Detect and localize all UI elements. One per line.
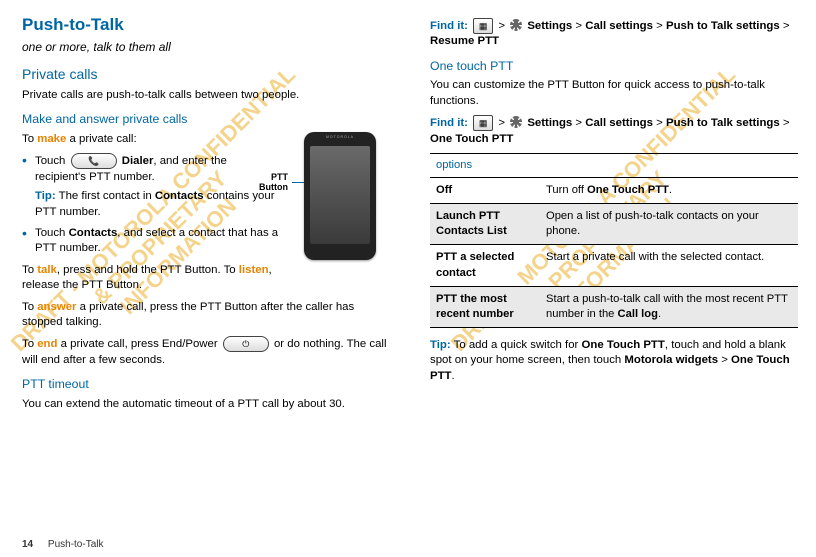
page-tagline: one or more, talk to them all [22,39,390,55]
answer-paragraph: To answer a private call, press the PTT … [22,300,390,331]
phone-brand-label: MOTOROLA [304,135,376,140]
tip-label: Tip: [35,190,56,202]
private-calls-heading: Private calls [22,65,390,84]
end-paragraph: To end a private call, press End/Power ⏻… [22,336,390,368]
make-answer-heading: Make and answer private calls [22,111,390,128]
gear-icon [510,19,522,31]
ptt-timeout-heading: PTT timeout [22,376,390,393]
options-header: options [430,153,798,177]
private-calls-text: Private calls are push-to-talk calls bet… [22,88,390,103]
tip-onetouch: Tip: To add a quick switch for One Touch… [430,338,798,384]
findit-resume: Find it: ▦ > Settings > Call settings > … [430,18,798,50]
one-touch-text: You can customize the PTT Button for qui… [430,78,798,109]
apps-grid-icon: ▦ [473,115,493,131]
footer-section: Push-to-Talk [48,539,104,550]
bullet-dialer: Touch 📞 Dialer, and enter the recipient'… [22,153,390,220]
options-table: options Off Turn off One Touch PTT. Laun… [430,153,798,328]
findit-onetouch: Find it: ▦ > Settings > Call settings > … [430,115,798,147]
one-touch-heading: One touch PTT [430,58,798,75]
dialer-key-icon: 📞 [71,153,117,169]
gear-icon [510,116,522,128]
right-column: Find it: ▦ > Settings > Call settings > … [430,14,798,418]
page-number: 14 [22,539,33,550]
apps-grid-icon: ▦ [473,18,493,34]
left-column: Push-to-Talk one or more, talk to them a… [22,14,390,418]
end-power-icon: ⏻ [223,336,269,352]
talk-paragraph: To talk, press and hold the PTT Button. … [22,263,390,294]
bullet-contacts: Touch Contacts, and select a contact tha… [22,226,390,257]
table-row: PTT the most recent number Start a push-… [430,286,798,327]
page-footer: 14 Push-to-Talk [22,538,103,552]
ptt-timeout-text: You can extend the automatic timeout of … [22,397,390,412]
page-title: Push-to-Talk [22,14,390,37]
table-row: Launch PTT Contacts List Open a list of … [430,204,798,245]
table-row: PTT a selected contact Start a private c… [430,245,798,286]
table-row: Off Turn off One Touch PTT. [430,178,798,204]
